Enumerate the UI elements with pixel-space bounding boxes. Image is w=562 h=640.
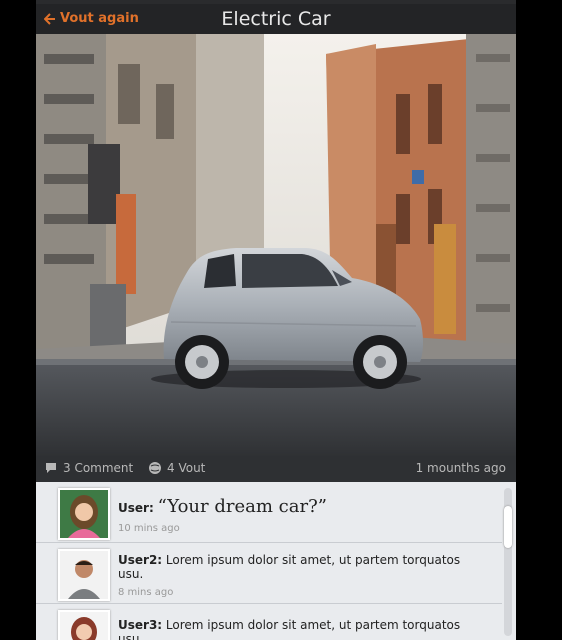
comment-text: User2: Lorem ipsum dolor sit amet, ut pa… [118, 553, 488, 581]
comment-text: User3: Lorem ipsum dolor sit amet, ut pa… [118, 618, 488, 640]
top-bar: Vout again Electric Car [36, 4, 516, 34]
vote-count-label: 4 Vout [167, 461, 206, 475]
avatar [58, 610, 110, 640]
car-photo [36, 34, 516, 456]
globe-icon [149, 462, 161, 474]
comment-row[interactable]: User3: Lorem ipsum dolor sit amet, ut pa… [36, 604, 502, 640]
comment-time: 8 mins ago [118, 587, 174, 598]
comment-text: User: “Your dream car?” [118, 496, 327, 517]
comment-count-label: 3 Comment [63, 461, 134, 475]
comment-body: Lorem ipsum dolor sit amet, ut partem to… [118, 618, 461, 640]
avatar [58, 488, 110, 540]
avatar [58, 549, 110, 601]
comment-row[interactable]: User2: Lorem ipsum dolor sit amet, ut pa… [36, 543, 502, 604]
vote-count[interactable]: 4 Vout [148, 461, 205, 475]
post-stats-bar: 3 Comment 4 Vout 1 mounths ago [36, 456, 516, 482]
app-frame: Vout again Electric Car 3 Comment 4 Vout… [36, 0, 516, 640]
comment-scrollbar[interactable] [504, 488, 512, 636]
comment-body: Lorem ipsum dolor sit amet, ut partem to… [118, 553, 461, 581]
comment-row[interactable]: User: “Your dream car?” 10 mins ago [36, 482, 502, 543]
speech-bubble-icon [46, 463, 56, 473]
page-title: Electric Car [221, 8, 331, 30]
comment-user: User2: [118, 553, 163, 567]
comment-list[interactable]: User: “Your dream car?” 10 mins ago User… [36, 482, 516, 640]
comment-time: 10 mins ago [118, 523, 180, 534]
comment-count[interactable]: 3 Comment [44, 461, 133, 475]
comment-user: User: [118, 501, 154, 515]
comment-user: User3: [118, 618, 163, 632]
scrollbar-thumb[interactable] [504, 506, 512, 548]
post-age: 1 mounths ago [415, 461, 506, 475]
comment-body: “Your dream car?” [157, 496, 327, 517]
